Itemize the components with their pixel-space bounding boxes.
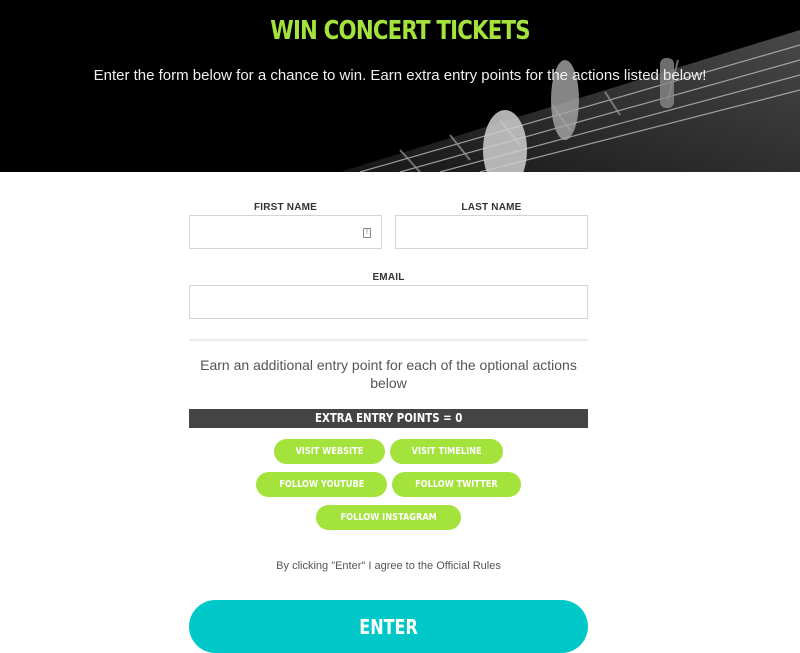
- page-subtitle: Enter the form below for a chance to win…: [93, 67, 707, 84]
- first-name-label: FIRST NAME: [253, 202, 318, 213]
- first-name-input[interactable]: !: [189, 215, 382, 249]
- last-name-input[interactable]: [395, 215, 588, 249]
- autofill-icon[interactable]: !: [363, 228, 371, 238]
- last-name-field-group: LAST NAME: [395, 201, 588, 249]
- follow-instagram-button[interactable]: FOLLOW INSTAGRAM: [315, 505, 462, 530]
- visit-website-button[interactable]: VISIT WEBSITE: [273, 439, 385, 464]
- last-name-label: LAST NAME: [461, 202, 522, 213]
- follow-twitter-button[interactable]: FOLLOW TWITTER: [392, 472, 522, 497]
- email-input[interactable]: [189, 285, 588, 319]
- follow-youtube-button[interactable]: FOLLOW YOUTUBE: [255, 472, 388, 497]
- visit-timeline-button[interactable]: VISIT TIMELINE: [389, 439, 504, 464]
- hero-banner: WIN CONCERT TICKETS Enter the form below…: [0, 0, 800, 172]
- extra-actions: VISIT WEBSITE VISIT TIMELINE FOLLOW YOUT…: [189, 439, 588, 530]
- page-title: WIN CONCERT TICKETS: [270, 16, 530, 46]
- entry-form: FIRST NAME ! LAST NAME EMAIL Earn an add…: [189, 172, 588, 653]
- email-field-group: EMAIL: [189, 271, 588, 319]
- official-rules-agreement: By clicking "Enter" I agree to the Offic…: [276, 560, 501, 572]
- email-label: EMAIL: [372, 272, 405, 283]
- enter-button[interactable]: ENTER: [189, 600, 588, 653]
- first-name-field-group: FIRST NAME !: [189, 201, 382, 249]
- extra-entry-description: Earn an additional entry point for each …: [200, 357, 577, 391]
- divider: [189, 339, 588, 341]
- extra-entry-points-label: EXTRA ENTRY POINTS = 0: [314, 411, 463, 425]
- extra-entry-points-bar: EXTRA ENTRY POINTS = 0: [189, 409, 588, 428]
